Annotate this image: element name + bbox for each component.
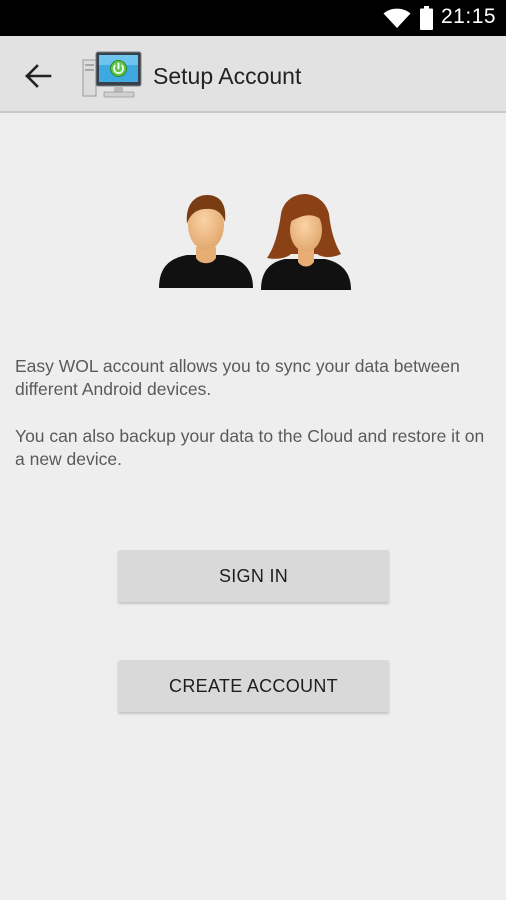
status-time: 21:15 (441, 5, 497, 28)
status-bar: 21:15 (0, 0, 506, 36)
users-icon (159, 194, 351, 290)
create-account-button[interactable]: CREATE ACCOUNT (118, 660, 389, 712)
description-sync: Easy WOL account allows you to sync your… (15, 356, 460, 399)
arrow-back-icon (25, 64, 52, 88)
battery-icon (420, 6, 433, 30)
computer-power-icon (82, 51, 142, 98)
page-title: Setup Account (153, 63, 302, 89)
toolbar: Setup Account (0, 36, 506, 113)
description-backup: You can also backup your data to the Clo… (15, 426, 485, 469)
wifi-icon (383, 8, 411, 28)
back-button[interactable] (16, 56, 60, 96)
sign-in-button[interactable]: SIGN IN (118, 550, 389, 602)
